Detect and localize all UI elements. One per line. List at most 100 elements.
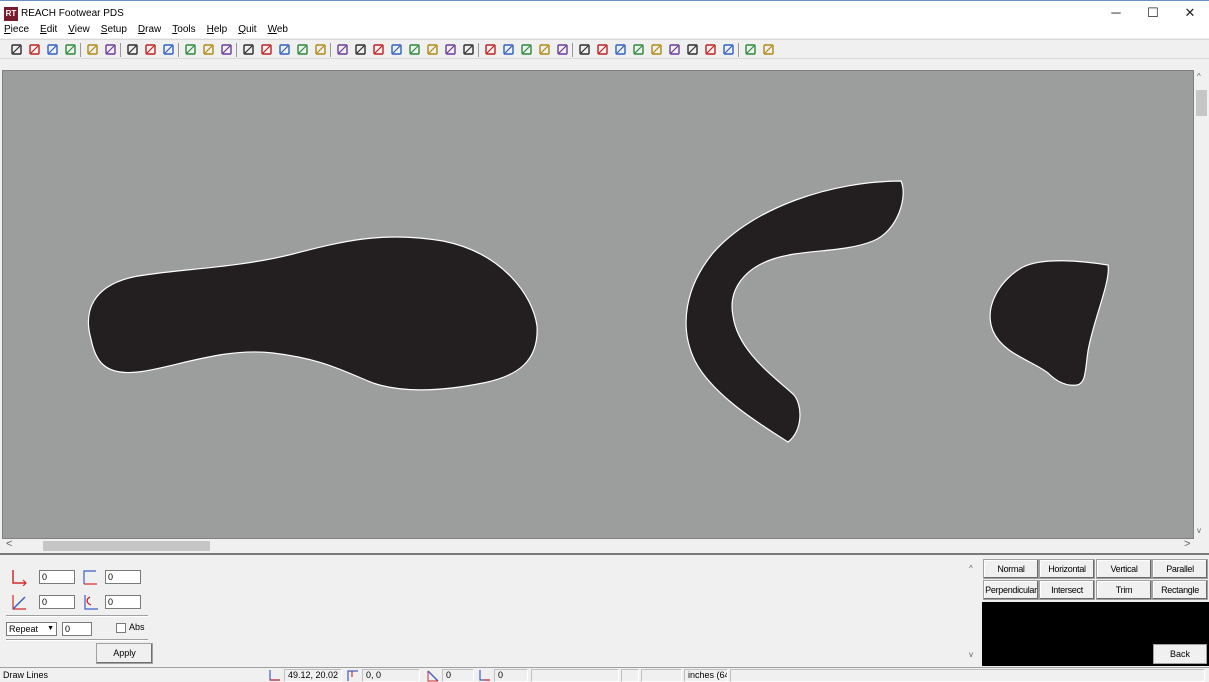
status-empty-4 bbox=[730, 669, 1205, 682]
grade-icon[interactable] bbox=[744, 43, 757, 56]
scroll-left-icon[interactable]: < bbox=[6, 538, 12, 550]
mode-vertical-button[interactable]: Vertical bbox=[1096, 559, 1152, 579]
back-button[interactable]: Back bbox=[1153, 644, 1207, 664]
mode-rectangle-button[interactable]: Rectangle bbox=[1152, 580, 1208, 600]
y-input[interactable]: 0 bbox=[105, 570, 141, 584]
redo-icon[interactable] bbox=[104, 43, 117, 56]
curved-strip-piece[interactable] bbox=[685, 180, 904, 443]
length-input[interactable]: 0 bbox=[39, 595, 75, 609]
mode-normal-button[interactable]: Normal bbox=[983, 559, 1039, 579]
drawing-canvas[interactable] bbox=[2, 70, 1194, 539]
open-folder-icon[interactable] bbox=[596, 43, 609, 56]
mode-intersect-button[interactable]: Intersect bbox=[1039, 580, 1095, 600]
rotate-icon[interactable] bbox=[372, 43, 385, 56]
line-icon[interactable] bbox=[242, 43, 255, 56]
save-icon[interactable] bbox=[64, 43, 77, 56]
repeat-select[interactable]: Repeat ▼ bbox=[6, 622, 57, 636]
outsole-piece[interactable] bbox=[87, 236, 538, 391]
zoom-in-icon[interactable] bbox=[184, 43, 197, 56]
menu-help[interactable]: Help bbox=[207, 22, 228, 38]
undo-icon[interactable] bbox=[86, 43, 99, 56]
close-button[interactable]: ✕ bbox=[1172, 3, 1208, 23]
vertical-scrollbar[interactable]: ^ v bbox=[1194, 70, 1209, 539]
panel-divider bbox=[0, 553, 1209, 555]
input-panel: 0 0 0 0 Repeat ▼ 0 Abs Apply ^ v Normal … bbox=[0, 556, 1209, 666]
export-icon[interactable] bbox=[762, 43, 775, 56]
add-icon[interactable] bbox=[28, 43, 41, 56]
stitch-icon[interactable] bbox=[722, 43, 735, 56]
piece-icon[interactable] bbox=[354, 43, 367, 56]
align-icon[interactable] bbox=[578, 43, 591, 56]
circle-point-icon[interactable] bbox=[314, 43, 327, 56]
maximize-button[interactable]: ☐ bbox=[1135, 3, 1171, 23]
target-icon[interactable] bbox=[502, 43, 515, 56]
mode-trim-button[interactable]: Trim bbox=[1096, 580, 1152, 600]
shoe-icon[interactable] bbox=[704, 43, 717, 56]
message-scroll-down-icon[interactable]: v bbox=[969, 650, 973, 659]
repeat-count-input[interactable]: 0 bbox=[62, 622, 92, 636]
zoom-fit-icon[interactable] bbox=[220, 43, 233, 56]
glove-icon[interactable] bbox=[556, 43, 569, 56]
menu-tools[interactable]: Tools bbox=[172, 22, 195, 38]
heel-tab-piece[interactable] bbox=[989, 260, 1109, 386]
menu-setup[interactable]: Setup bbox=[101, 22, 127, 38]
menu-view[interactable]: View bbox=[68, 22, 90, 38]
open-icon[interactable] bbox=[46, 43, 59, 56]
vertical-scroll-thumb[interactable] bbox=[1196, 90, 1207, 116]
status-units: inches (64 bbox=[684, 669, 728, 682]
menu-draw[interactable]: Draw bbox=[138, 22, 161, 38]
abs-checkbox[interactable] bbox=[116, 623, 126, 633]
triangle-icon[interactable] bbox=[408, 43, 421, 56]
move-icon[interactable] bbox=[162, 43, 175, 56]
menu-quit[interactable]: Quit bbox=[238, 22, 256, 38]
angle-icon[interactable] bbox=[390, 43, 403, 56]
shield-icon[interactable] bbox=[520, 43, 533, 56]
stamp-icon[interactable] bbox=[462, 43, 475, 56]
message-scroll-up-icon[interactable]: ^ bbox=[969, 564, 973, 573]
status-bar: Draw Lines 49.12, 20.02 0, 0 0 0 inches … bbox=[0, 667, 1209, 682]
mode-horizontal-button[interactable]: Horizontal bbox=[1039, 559, 1095, 579]
rotate-arrow-icon[interactable] bbox=[650, 43, 663, 56]
chevron-down-icon: ▼ bbox=[47, 625, 54, 632]
repeat-select-value: Repeat bbox=[9, 624, 39, 634]
preview-panel: Back bbox=[982, 602, 1209, 666]
horizontal-line-icon[interactable] bbox=[296, 43, 309, 56]
length-icon bbox=[12, 595, 26, 610]
line-mode-grid: Normal Horizontal Vertical Parallel Perp… bbox=[982, 559, 1209, 601]
x-input[interactable]: 0 bbox=[39, 570, 75, 584]
status-empty-1 bbox=[531, 669, 619, 682]
apply-button[interactable]: Apply bbox=[96, 643, 153, 664]
menu-edit[interactable]: Edit bbox=[40, 22, 57, 38]
select-arrow-icon[interactable] bbox=[126, 43, 139, 56]
horizontal-scrollbar[interactable]: < > bbox=[0, 538, 1194, 552]
mode-parallel-button[interactable]: Parallel bbox=[1152, 559, 1208, 579]
new-icon[interactable] bbox=[10, 43, 23, 56]
curve-icon[interactable] bbox=[260, 43, 273, 56]
mode-perpendicular-button[interactable]: Perpendicular bbox=[983, 580, 1039, 600]
horizontal-scroll-thumb[interactable] bbox=[43, 541, 210, 551]
angle-input[interactable]: 0 bbox=[105, 595, 141, 609]
toolbar-separator bbox=[478, 43, 479, 57]
cut-icon[interactable] bbox=[144, 43, 157, 56]
grab-icon[interactable] bbox=[444, 43, 457, 56]
scroll-up-icon[interactable]: ^ bbox=[1197, 72, 1201, 81]
vertical-line-icon[interactable] bbox=[278, 43, 291, 56]
measure-icon[interactable] bbox=[484, 43, 497, 56]
axis-icon[interactable] bbox=[336, 43, 349, 56]
minimize-button[interactable]: ─ bbox=[1098, 3, 1134, 23]
boot-icon[interactable] bbox=[686, 43, 699, 56]
scroll-down-icon[interactable]: v bbox=[1197, 526, 1201, 535]
text-icon[interactable] bbox=[668, 43, 681, 56]
status-length: 0 bbox=[442, 669, 474, 682]
menu-piece[interactable]: Piece bbox=[4, 22, 29, 38]
mirror-icon[interactable] bbox=[632, 43, 645, 56]
scissors-icon[interactable] bbox=[614, 43, 627, 56]
hand-icon[interactable] bbox=[426, 43, 439, 56]
menu-web[interactable]: Web bbox=[268, 22, 288, 38]
zoom-out-icon[interactable] bbox=[202, 43, 215, 56]
grip-icon[interactable] bbox=[538, 43, 551, 56]
scroll-right-icon[interactable]: > bbox=[1184, 538, 1190, 550]
toolbar-separator bbox=[178, 43, 179, 57]
y-origin-icon bbox=[83, 570, 97, 585]
status-empty-2 bbox=[621, 669, 639, 682]
